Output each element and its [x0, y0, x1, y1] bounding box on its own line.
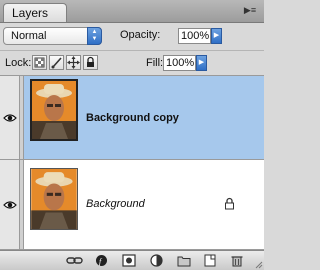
- layers-list: Background copy Background: [0, 76, 264, 250]
- blend-opacity-row: Normal ▲ ▼ Opacity: 100% ▶: [0, 23, 264, 51]
- opacity-slider-arrow-icon[interactable]: ▶: [211, 28, 222, 44]
- blend-mode-arrows-icon[interactable]: ▲ ▼: [87, 27, 102, 45]
- lock-transparent-pixels-button[interactable]: [32, 55, 47, 70]
- brush-icon: [51, 57, 62, 69]
- lock-icon: [87, 56, 94, 67]
- fill-slider-arrow-icon[interactable]: ▶: [196, 55, 207, 71]
- portrait-thumbnail-icon: [32, 81, 76, 139]
- link-cell: [20, 160, 24, 249]
- layer-row-background[interactable]: Background: [0, 160, 264, 250]
- tab-layers-label: Layers: [12, 6, 49, 20]
- fill-field[interactable]: 100%: [163, 55, 196, 71]
- blend-mode-value: Normal: [11, 30, 47, 42]
- layer-lock-icon: [225, 197, 234, 210]
- layer-name[interactable]: Background: [86, 198, 145, 210]
- layer-thumbnail: [30, 168, 78, 230]
- panel-menu-icon[interactable]: ▶≡: [242, 4, 258, 17]
- panel-titlebar: Layers ▶≡: [0, 0, 264, 23]
- opacity-label: Opacity:: [120, 29, 161, 41]
- layer-mask-icon[interactable]: [122, 254, 136, 267]
- link-layers-icon[interactable]: [66, 254, 84, 267]
- resize-grip-icon[interactable]: [255, 261, 263, 269]
- eye-icon[interactable]: [3, 113, 17, 123]
- adjustment-layer-icon[interactable]: [150, 254, 164, 267]
- new-layer-icon[interactable]: [203, 254, 217, 267]
- layer-style-icon[interactable]: f: [95, 254, 109, 267]
- checker-icon: [34, 57, 45, 68]
- new-group-icon[interactable]: [177, 254, 191, 267]
- opacity-field[interactable]: 100%: [178, 28, 211, 44]
- lock-fill-row: Lock: Fill: 100% ▶: [0, 51, 264, 76]
- layer-row-background-copy[interactable]: Background copy: [0, 76, 264, 160]
- layer-name[interactable]: Background copy: [86, 112, 179, 124]
- visibility-cell[interactable]: [0, 76, 20, 159]
- portrait-thumbnail-icon: [31, 169, 77, 229]
- lock-all-button[interactable]: [83, 55, 98, 70]
- move-icon: [67, 56, 80, 69]
- blend-mode-select[interactable]: Normal ▲ ▼: [3, 27, 102, 45]
- link-cell: [20, 76, 24, 159]
- lock-label: Lock:: [5, 57, 32, 69]
- fill-label: Fill:: [146, 57, 164, 69]
- layers-bottom-toolbar: f: [0, 250, 264, 270]
- eye-icon[interactable]: [3, 200, 17, 210]
- lock-image-pixels-button[interactable]: [49, 55, 64, 70]
- tab-layers[interactable]: Layers: [3, 3, 67, 22]
- trash-icon[interactable]: [230, 254, 244, 267]
- visibility-cell[interactable]: [0, 160, 20, 249]
- layer-thumbnail: [30, 79, 78, 141]
- lock-position-button[interactable]: [66, 55, 81, 70]
